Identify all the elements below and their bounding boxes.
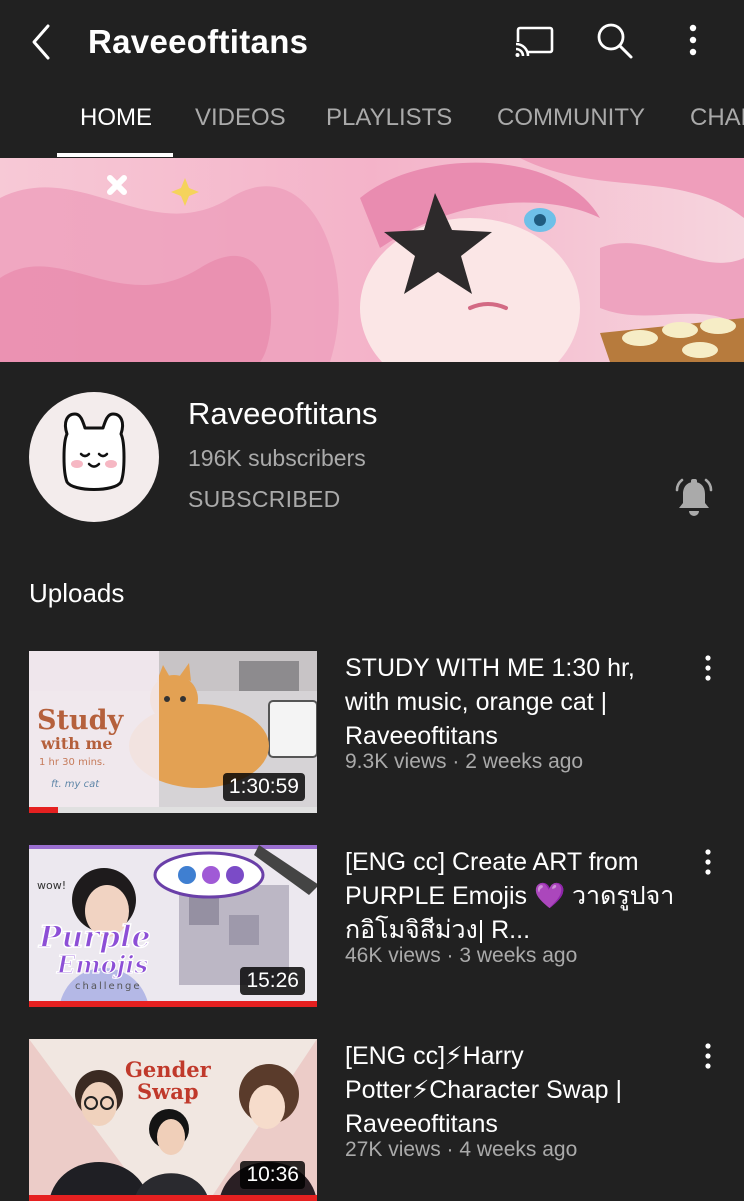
thumb-text: Swap — [137, 1079, 199, 1104]
back-button[interactable] — [24, 20, 64, 64]
tab-playlists[interactable]: PLAYLISTS — [326, 82, 452, 158]
bunny-face-icon — [62, 412, 126, 491]
thumb-text: with me — [40, 734, 113, 753]
watch-progress-fill — [29, 807, 58, 813]
active-tab-indicator — [57, 153, 173, 157]
thumb-text: challenge — [75, 981, 142, 992]
thumb-text: wow! — [37, 879, 66, 892]
channel-name: Raveeoftitans — [188, 396, 378, 431]
watch-progress-fill — [29, 1001, 317, 1007]
video-thumbnail[interactable]: Study with me 1 hr 30 mins. ft. my cat 1… — [29, 651, 317, 813]
watch-progress-fill — [29, 1195, 317, 1201]
video-thumbnail[interactable]: Gender Swap 10:36 — [29, 1039, 317, 1201]
video-meta: 9.3K views · 2 weeks ago — [345, 750, 584, 773]
watch-progress-bar — [29, 1195, 317, 1201]
chevron-left-icon — [32, 24, 50, 60]
video-item[interactable]: wow! Purple Emojis challenge 15:26 [ENG … — [0, 845, 744, 1007]
thumb-text: ft. my cat — [51, 779, 100, 790]
more-vertical-icon — [689, 24, 697, 56]
more-vertical-icon — [705, 849, 711, 875]
video-more-button[interactable] — [694, 653, 722, 685]
channel-banner — [0, 158, 744, 362]
watch-progress-bar — [29, 1001, 317, 1007]
notification-bell-icon — [675, 478, 713, 516]
more-options-button[interactable] — [670, 18, 716, 64]
tab-channels[interactable]: CHANNELS — [690, 82, 744, 158]
more-vertical-icon — [705, 1043, 711, 1069]
video-duration: 15:26 — [240, 967, 305, 995]
search-button[interactable] — [592, 18, 638, 64]
tab-videos[interactable]: VIDEOS — [195, 82, 286, 158]
video-title[interactable]: STUDY WITH ME 1:30 hr, with music, orang… — [345, 651, 675, 753]
video-duration: 10:36 — [240, 1161, 305, 1189]
video-more-button[interactable] — [694, 847, 722, 879]
tab-community[interactable]: COMMUNITY — [497, 82, 645, 158]
video-item[interactable]: Study with me 1 hr 30 mins. ft. my cat 1… — [0, 651, 744, 813]
notification-bell-button[interactable] — [672, 476, 716, 520]
channel-title: Raveeoftitans — [88, 23, 309, 60]
video-thumbnail[interactable]: wow! Purple Emojis challenge 15:26 — [29, 845, 317, 1007]
subscriber-count: 196K subscribers — [188, 445, 366, 471]
more-vertical-icon — [705, 655, 711, 681]
watch-progress-bar — [29, 807, 317, 813]
thumb-text: Study — [37, 705, 124, 736]
section-title-uploads: Uploads — [29, 578, 125, 608]
video-item[interactable]: Gender Swap 10:36 [ENG cc]⚡Harry Potter⚡… — [0, 1039, 744, 1201]
video-title[interactable]: [ENG cc]⚡Harry Potter⚡Character Swap | R… — [345, 1039, 675, 1141]
thumb-text: Emojis — [56, 950, 148, 979]
video-meta: 27K views · 4 weeks ago — [345, 1138, 578, 1161]
cast-icon — [514, 26, 554, 60]
video-title[interactable]: [ENG cc] Create ART from PURPLE Emojis 💜… — [345, 845, 675, 947]
video-more-button[interactable] — [694, 1041, 722, 1073]
channel-avatar[interactable] — [29, 392, 159, 522]
search-icon — [597, 23, 633, 59]
top-app-bar: Raveeoftitans — [0, 0, 744, 82]
cast-button[interactable] — [510, 18, 556, 64]
tab-home[interactable]: HOME — [80, 82, 152, 158]
thumb-text: 1 hr 30 mins. — [39, 757, 105, 768]
channel-tabs: HOME VIDEOS PLAYLISTS COMMUNITY CHANNELS — [0, 82, 744, 158]
video-duration: 1:30:59 — [222, 773, 305, 801]
subscribed-button[interactable]: SUBSCRIBED — [188, 485, 341, 513]
video-meta: 46K views · 3 weeks ago — [345, 944, 578, 967]
